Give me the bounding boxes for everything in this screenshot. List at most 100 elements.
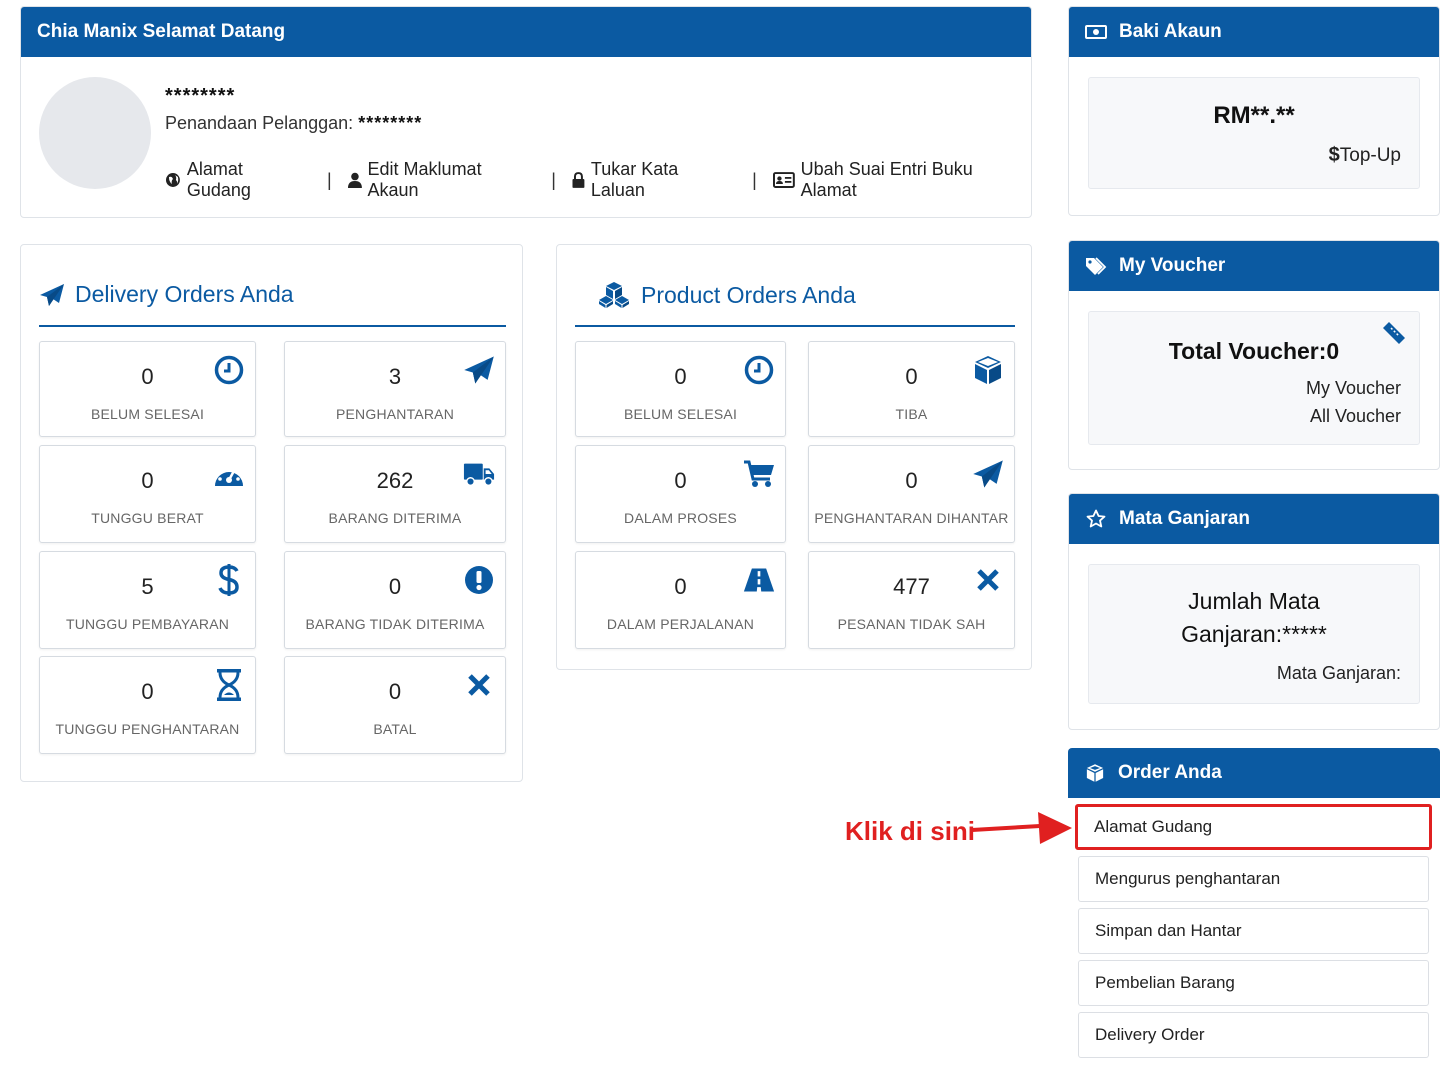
- menu-item-label: Alamat Gudang: [1094, 817, 1213, 836]
- link-buku-alamat-label: Ubah Suai Entri Buku Alamat: [800, 159, 973, 200]
- tile-label: TUNGGU PEMBAYARAN: [65, 616, 230, 632]
- delivery-orders-panel: Delivery Orders Anda 0 BELUM SELESAI 3 P…: [20, 244, 523, 782]
- tile-pesanan-tidak-sah[interactable]: 477 PESANAN TIDAK SAH: [808, 551, 1015, 649]
- account-links: Alamat Gudang | Edit Maklumat Akaun | Tu…: [165, 159, 1031, 201]
- cart-icon: [743, 458, 775, 490]
- voucher-total: Total Voucher:0: [1168, 338, 1340, 364]
- truck-icon: [463, 458, 495, 490]
- order-anda-header: Order Anda: [1068, 748, 1440, 798]
- user-icon: [347, 172, 362, 188]
- points-title: Mata Ganjaran: [1119, 508, 1250, 529]
- delivery-orders-title: Delivery Orders Anda: [39, 281, 294, 308]
- tile-tiba[interactable]: 0 TIBA: [808, 341, 1015, 437]
- menu-item-label: Simpan dan Hantar: [1095, 921, 1242, 940]
- tile-tunggu-penghantaran[interactable]: 0 TUNGGU PENGHANTARAN: [39, 656, 256, 754]
- title-divider: [39, 325, 506, 327]
- tags-icon: [1085, 255, 1107, 277]
- tile-label: TUNGGU BERAT: [91, 510, 204, 526]
- product-orders-title: Product Orders Anda: [597, 281, 856, 309]
- product-orders-title-text: Product Orders Anda: [641, 281, 856, 308]
- menu-item-alamat-gudang[interactable]: Alamat Gudang: [1075, 804, 1432, 850]
- menu-item-label: Mengurus penghantaran: [1095, 869, 1281, 888]
- tile-label: PESANAN TIDAK SAH: [837, 616, 986, 632]
- clock-icon: [743, 354, 775, 386]
- tile-label: PENGHANTARAN DIHANTAR: [814, 510, 1009, 526]
- tile-penghantaran-dihantar[interactable]: 0 PENGHANTARAN DIHANTAR: [808, 445, 1015, 543]
- avatar: [39, 77, 151, 189]
- annotation-text: Klik di sini: [845, 816, 976, 846]
- welcome-panel: Chia Manix Selamat Datang ******** Penan…: [20, 6, 1032, 218]
- x-icon: [972, 564, 1004, 596]
- menu-item-delivery-order[interactable]: Delivery Order: [1078, 1012, 1429, 1058]
- tile-penghantaran[interactable]: 3 PENGHANTARAN: [284, 341, 506, 437]
- menu-item-mengurus-penghantaran[interactable]: Mengurus penghantaran: [1078, 856, 1429, 902]
- road-icon: [743, 564, 775, 596]
- link-separator: |: [752, 169, 757, 190]
- tile-label: DALAM PROSES: [624, 510, 737, 526]
- hourglass-icon: [213, 669, 245, 701]
- tile-barang-tidak-diterima[interactable]: 0 BARANG TIDAK DITERIMA: [284, 551, 506, 649]
- tile-label: BATAL: [373, 721, 417, 737]
- link-edit-akaun-label: Edit Maklumat Akaun: [367, 159, 482, 200]
- paper-plane-icon: [40, 283, 64, 306]
- tile-belum-selesai[interactable]: 0 BELUM SELESAI: [39, 341, 256, 437]
- link-separator: |: [326, 169, 332, 190]
- points-total-line1: Jumlah Mata: [1188, 588, 1320, 614]
- lock-icon: [572, 172, 585, 188]
- tile-tunggu-pembayaran[interactable]: 5 TUNGGU PEMBAYARAN: [39, 551, 256, 649]
- voucher-header: My Voucher: [1069, 241, 1439, 291]
- link-alamat-gudang[interactable]: Alamat Gudang: [165, 159, 311, 201]
- link-tukar-kata-laluan-label: Tukar Kata Laluan: [590, 159, 679, 200]
- tile-barang-diterima[interactable]: 262 BARANG DITERIMA: [284, 445, 506, 543]
- tile-label: DALAM PERJALANAN: [606, 616, 755, 632]
- topup-symbol: $: [1328, 144, 1340, 166]
- title-divider: [575, 325, 1015, 327]
- topup-link[interactable]: $Top-Up: [1329, 144, 1401, 167]
- exclamation-circle-icon: [463, 564, 495, 596]
- points-total-line2: Ganjaran:*****: [1181, 621, 1327, 647]
- all-voucher-link[interactable]: All Voucher: [1310, 406, 1401, 427]
- link-buku-alamat[interactable]: Ubah Suai Entri Buku Alamat: [772, 159, 1031, 201]
- points-total: Jumlah Mata Ganjaran:*****: [1089, 585, 1419, 651]
- product-orders-panel: Product Orders Anda 0 BELUM SELESAI 0 TI…: [556, 244, 1032, 670]
- ticket-icon: [1381, 322, 1405, 349]
- tile-batal[interactable]: 0 BATAL: [284, 656, 506, 754]
- balance-title: Baki Akaun: [1119, 21, 1222, 42]
- paper-plane-icon: [463, 354, 495, 386]
- cube-icon: [972, 354, 1004, 386]
- gauge-icon: [213, 458, 245, 490]
- menu-item-label: Delivery Order: [1095, 1025, 1205, 1044]
- tile-dalam-proses[interactable]: 0 DALAM PROSES: [575, 445, 786, 543]
- my-voucher-link[interactable]: My Voucher: [1306, 378, 1401, 399]
- points-header: Mata Ganjaran: [1069, 494, 1439, 544]
- tile-label: TIBA: [895, 406, 928, 422]
- voucher-title: My Voucher: [1119, 255, 1226, 276]
- tile-tunggu-berat[interactable]: 0 TUNGGU BERAT: [39, 445, 256, 543]
- customer-id: Penandaan Pelanggan: ********: [165, 113, 422, 134]
- delivery-orders-title-text: Delivery Orders Anda: [75, 281, 294, 307]
- welcome-header: Chia Manix Selamat Datang: [21, 7, 1031, 57]
- tile-label: BELUM SELESAI: [90, 406, 205, 422]
- menu-item-label: Pembelian Barang: [1095, 973, 1235, 992]
- balance-box: RM**.** $Top-Up: [1088, 77, 1420, 189]
- menu-item-pembelian-barang[interactable]: Pembelian Barang: [1078, 960, 1429, 1006]
- tile-label: TUNGGU PENGHANTARAN: [55, 721, 240, 737]
- menu-item-simpan-dan-hantar[interactable]: Simpan dan Hantar: [1078, 908, 1429, 954]
- link-edit-akaun[interactable]: Edit Maklumat Akaun: [347, 159, 536, 201]
- tile-label: BARANG TIDAK DITERIMA: [305, 616, 485, 632]
- money-bill-icon: [1085, 21, 1107, 43]
- order-anda-title: Order Anda: [1118, 762, 1222, 783]
- link-tukar-kata-laluan[interactable]: Tukar Kata Laluan: [572, 159, 736, 201]
- points-box: Jumlah Mata Ganjaran:***** Mata Ganjaran…: [1088, 564, 1420, 704]
- clock-icon: [213, 354, 245, 386]
- topup-label: Top-Up: [1339, 145, 1401, 166]
- voucher-box: Total Voucher:0 My Voucher All Voucher: [1088, 311, 1420, 445]
- star-icon: [1085, 508, 1107, 530]
- tile-belum-selesai[interactable]: 0 BELUM SELESAI: [575, 341, 786, 437]
- x-icon: [463, 669, 495, 701]
- reward-points-panel: Mata Ganjaran Jumlah Mata Ganjaran:*****…: [1068, 493, 1440, 730]
- cubes-icon: [599, 282, 629, 308]
- tile-dalam-perjalanan[interactable]: 0 DALAM PERJALANAN: [575, 551, 786, 649]
- account-balance-panel: Baki Akaun RM**.** $Top-Up: [1068, 6, 1440, 216]
- cube-icon: [1084, 762, 1106, 784]
